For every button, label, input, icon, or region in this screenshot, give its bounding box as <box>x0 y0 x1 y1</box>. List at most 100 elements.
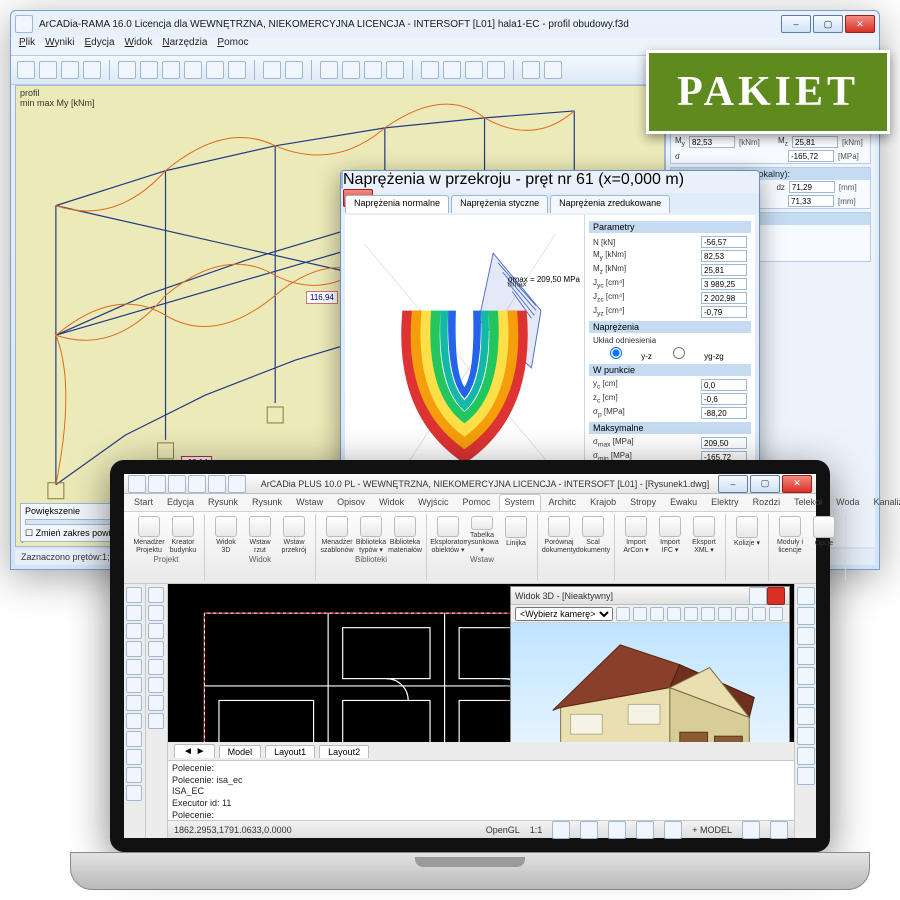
tool-icon[interactable] <box>797 607 815 625</box>
tool-icon[interactable] <box>797 767 815 785</box>
ribbon-button[interactable]: Biblioteka typów ▾ <box>356 516 386 554</box>
status-icon[interactable] <box>580 821 598 839</box>
qat-icon[interactable] <box>188 475 206 493</box>
tool-icon[interactable] <box>148 695 164 711</box>
minimize-button[interactable]: – <box>781 15 811 33</box>
ribbon-button[interactable]: Biblioteka materiałów <box>390 516 420 554</box>
ribbon-tab[interactable]: Edycja <box>161 494 200 511</box>
ribbon-button[interactable]: Linijka <box>501 516 531 554</box>
menu-widok[interactable]: Widok <box>125 37 153 55</box>
tool-icon[interactable] <box>465 61 483 79</box>
tab-normalne[interactable]: Naprężenia normalne <box>345 195 449 213</box>
tool-icon[interactable] <box>126 677 142 693</box>
param-Jzc[interactable] <box>701 292 747 304</box>
view3d-tool-icon[interactable] <box>701 607 715 621</box>
ribbon-tab[interactable]: Wyjścic <box>412 494 454 511</box>
ribbon-button[interactable]: Eksport XML ▾ <box>689 516 719 554</box>
view3d-tool-icon[interactable] <box>718 607 732 621</box>
tool-icon[interactable] <box>126 695 142 711</box>
tool-icon[interactable] <box>126 785 142 801</box>
tool-icon[interactable] <box>285 61 303 79</box>
tool-icon[interactable] <box>126 749 142 765</box>
param-yc[interactable] <box>701 379 747 391</box>
ribbon-tab[interactable]: System <box>499 494 541 511</box>
tool-icon[interactable] <box>148 713 164 729</box>
tool-icon[interactable] <box>386 61 404 79</box>
tool-icon[interactable] <box>61 61 79 79</box>
tool-icon[interactable] <box>342 61 360 79</box>
param-Mz[interactable] <box>701 264 747 276</box>
tool-icon[interactable] <box>39 61 57 79</box>
close-button[interactable]: ✕ <box>782 475 812 493</box>
status-icon[interactable] <box>552 821 570 839</box>
ribbon-button[interactable]: Import ArCon ▾ <box>621 516 651 554</box>
status-icon[interactable] <box>664 821 682 839</box>
view3d-tool-icon[interactable] <box>735 607 749 621</box>
command-line[interactable]: Polecenie:Polecenie: isa_ecISA_EC Execut… <box>168 760 794 820</box>
tool-icon[interactable] <box>364 61 382 79</box>
tab-layout1[interactable]: Layout1 <box>265 745 315 758</box>
ribbon-tab[interactable]: Pomoc <box>457 494 497 511</box>
ribbon-button[interactable]: Eksplorator obiektów ▾ <box>433 516 463 554</box>
tool-icon[interactable] <box>126 767 142 783</box>
ribbon-button[interactable]: Opcje <box>809 516 839 554</box>
ribbon-button[interactable]: Menadżer Projektu <box>134 516 164 554</box>
ribbon-tab[interactable]: Rysunk <box>246 494 288 511</box>
tool-icon[interactable] <box>797 587 815 605</box>
tab-layout2[interactable]: Layout2 <box>319 745 369 758</box>
menu-pomoc[interactable]: Pomoc <box>217 37 248 55</box>
d-input[interactable] <box>788 195 834 207</box>
ribbon-button[interactable]: Wstaw rzut <box>245 516 275 554</box>
tool-icon[interactable] <box>126 623 142 639</box>
qat-icon[interactable] <box>148 475 166 493</box>
view3d-tool-icon[interactable] <box>684 607 698 621</box>
ribbon-tab[interactable]: Rysunk <box>202 494 244 511</box>
tool-icon[interactable] <box>148 587 164 603</box>
ribbon-tab[interactable]: Woda <box>830 494 865 511</box>
ribbon-button[interactable]: Widok 3D <box>211 516 241 554</box>
tool-icon[interactable] <box>162 61 180 79</box>
tool-icon[interactable] <box>797 647 815 665</box>
ribbon-button[interactable]: Moduły i licencje <box>775 516 805 554</box>
tool-icon[interactable] <box>443 61 461 79</box>
close-icon[interactable] <box>767 587 785 605</box>
status-model[interactable]: + MODEL <box>692 825 732 835</box>
tool-icon[interactable] <box>487 61 505 79</box>
tool-icon[interactable] <box>797 667 815 685</box>
tool-icon[interactable] <box>126 605 142 621</box>
model-tabs[interactable]: ◄ ► Model Layout1 Layout2 <box>168 742 794 760</box>
ribbon-tab[interactable]: Wstaw <box>290 494 329 511</box>
drawing-canvas[interactable]: Widok 3D - [Nieaktywny] <Wybierz kamerę> <box>168 584 794 742</box>
view3d-tool-icon[interactable] <box>633 607 647 621</box>
ribbon-tab[interactable]: Opisov <box>331 494 371 511</box>
param-N[interactable] <box>701 236 747 248</box>
tool-icon[interactable] <box>320 61 338 79</box>
tab-styczne[interactable]: Naprężenia styczne <box>451 195 548 213</box>
ribbon-tab[interactable]: Widok <box>373 494 410 511</box>
tool-icon[interactable] <box>206 61 224 79</box>
tool-icon[interactable] <box>126 641 142 657</box>
ribbon-tab[interactable]: Rozdzi <box>747 494 787 511</box>
tool-icon[interactable] <box>544 61 562 79</box>
ribbon-button[interactable]: Kolizje ▾ <box>732 516 762 554</box>
tool-icon[interactable] <box>148 605 164 621</box>
tool-icon[interactable] <box>126 587 142 603</box>
ribbon-button[interactable]: Kreator budynku <box>168 516 198 554</box>
ribbon-tab[interactable]: Telekoi <box>788 494 828 511</box>
tab-zredukowane[interactable]: Naprężenia zredukowane <box>550 195 670 213</box>
close-button[interactable]: ✕ <box>845 15 875 33</box>
camera-select[interactable]: <Wybierz kamerę> <box>515 607 613 621</box>
tool-icon[interactable] <box>421 61 439 79</box>
ribbon-tab[interactable]: Kanaliz <box>868 494 900 511</box>
ribbon-tab[interactable]: Krajob <box>584 494 622 511</box>
ribbon-button[interactable]: Scal dokumenty <box>578 516 608 554</box>
Mz-input[interactable] <box>792 136 838 148</box>
tool-icon[interactable] <box>797 687 815 705</box>
radio-ygzg[interactable]: yg-zg <box>656 347 724 361</box>
tool-icon[interactable] <box>797 747 815 765</box>
ribbon-tab[interactable]: Elektry <box>705 494 745 511</box>
ribbon-button[interactable]: Porównaj dokumenty <box>544 516 574 554</box>
tool-icon[interactable] <box>148 641 164 657</box>
param-zc[interactable] <box>701 393 747 405</box>
tool-icon[interactable] <box>797 707 815 725</box>
